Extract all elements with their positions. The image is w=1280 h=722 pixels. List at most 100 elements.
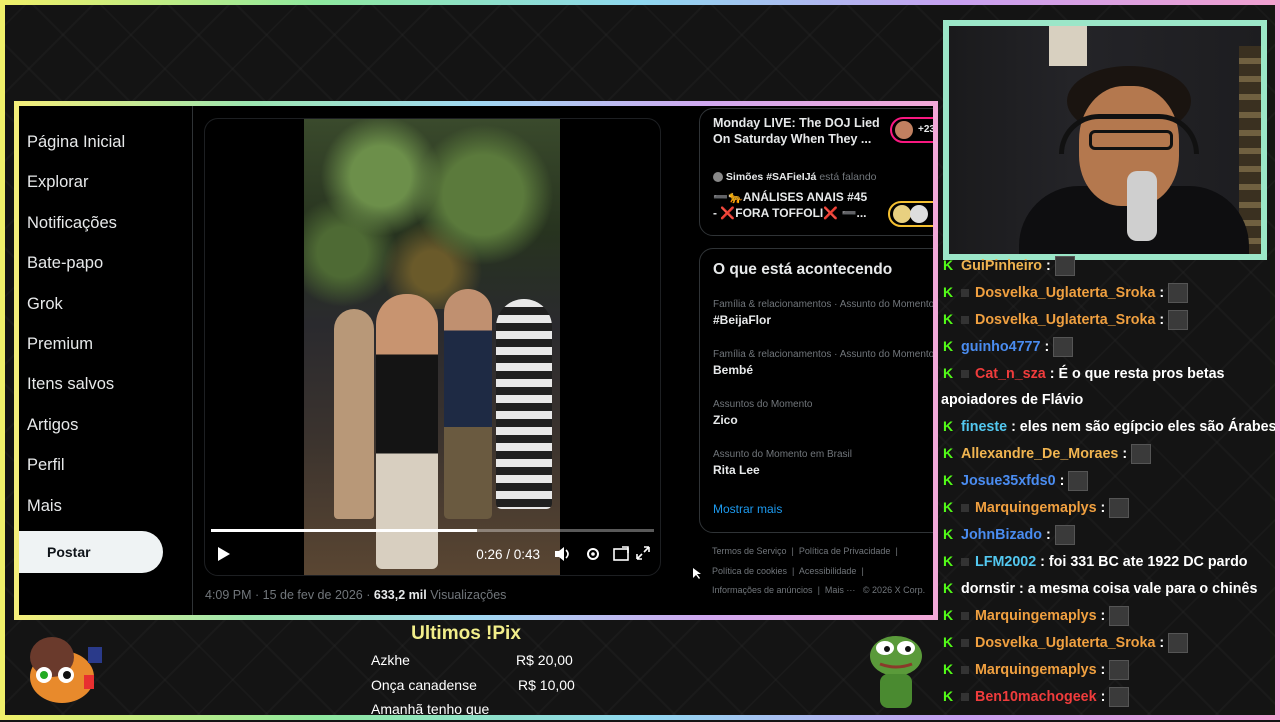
nav-item-saved[interactable]: Itens salvos [22, 364, 202, 404]
chat-message: K Cat_n_sza : É o que resta pros betas [940, 360, 1276, 387]
chat-username[interactable]: Marquingemaplys [975, 500, 1097, 516]
volume-icon[interactable] [554, 546, 572, 562]
chat-emote-icon [1054, 256, 1075, 277]
chat-emote-icon [1168, 310, 1189, 331]
webcam-overlay [943, 20, 1267, 260]
space-host-line: Simões #SAFieIJá está falando [713, 171, 877, 183]
settings-gear-icon[interactable] [585, 546, 601, 562]
space-title[interactable]: ➖🐆ANÁLISES ANAIS #45 - ❌FORA TOFFOLI❌ ➖.… [713, 189, 883, 221]
kick-badge-icon: K [943, 284, 954, 300]
chat-username[interactable]: Dosvelka_Uglaterta_Sroka [975, 285, 1155, 301]
live-listeners-pill[interactable]: +23 [890, 117, 935, 143]
kick-badge-icon: K [943, 634, 954, 650]
post-metadata: 4:09 PM · 15 de fev de 2026 · 633,2 mil … [205, 588, 506, 602]
chat-username[interactable]: Josue35xfds0 [961, 473, 1056, 489]
trends-card: O que está acontecendo Família & relacio… [699, 248, 933, 533]
chat-message: K Dosvelka_Uglaterta_Sroka : [940, 629, 1276, 656]
kick-badge-icon: K [943, 365, 954, 381]
space-avatar-2 [910, 205, 928, 223]
chat-username[interactable]: GuiPinheiro [961, 258, 1042, 274]
kick-badge-icon: K [943, 472, 954, 488]
chat-emote-icon [1168, 283, 1189, 304]
post-timestamp: 4:09 PM · 15 de fev de 2026 · [205, 588, 371, 602]
chat-username[interactable]: guinho4777 [961, 339, 1040, 355]
chat-username[interactable]: Marquingemaplys [975, 662, 1097, 678]
nav-item-notifications[interactable]: Notificações [22, 203, 202, 243]
video-frame[interactable] [304, 119, 560, 575]
post-button[interactable]: Postar [19, 531, 163, 573]
kick-badge-icon: K [943, 418, 954, 434]
chat-message: K Marquingemaplys : [940, 656, 1276, 683]
trend-item[interactable]: Família & relacionamentos · Assunto do M… [713, 349, 933, 377]
live-space-title[interactable]: Monday LIVE: The DOJ Lied On Saturday Wh… [713, 115, 883, 147]
chat-username[interactable]: Dosvelka_Uglaterta_Sroka [975, 635, 1155, 651]
footer-link[interactable]: Mais ··· [825, 585, 856, 595]
nav-item-explore[interactable]: Explorar [22, 162, 202, 202]
fullscreen-icon[interactable] [636, 546, 650, 560]
chat-text: : [1100, 500, 1106, 516]
chat-panel: K GuiPinheiro : K Dosvelka_Uglaterta_Sroka … [940, 252, 1277, 710]
play-icon[interactable] [217, 546, 231, 562]
nav-item-premium[interactable]: Premium [22, 324, 202, 364]
nav-item-profile[interactable]: Perfil [22, 445, 202, 485]
pix-donor: Onça canadense [371, 676, 477, 693]
picture-in-picture-icon[interactable] [613, 546, 629, 562]
chat-username[interactable]: JohnBizado [961, 527, 1042, 543]
nav-item-chat[interactable]: Bate-papo [22, 243, 202, 283]
video-foliage [304, 119, 560, 309]
trend-item[interactable]: Assuntos do Momento Zico [713, 399, 933, 427]
nav-item-articles[interactable]: Artigos [22, 405, 202, 445]
pix-row: Amanhã tenho que [371, 697, 591, 722]
chat-emote-icon [1131, 444, 1152, 465]
show-more-link[interactable]: Mostrar mais [713, 502, 782, 516]
chat-text: : [1122, 446, 1128, 462]
chat-message: K Marquingemaplys : [940, 494, 1276, 521]
chat-username[interactable]: dornstir [961, 581, 1015, 597]
subscriber-badge-icon [961, 612, 969, 621]
kick-badge-icon: K [943, 553, 954, 569]
footer-link[interactable]: Acessibilidade [799, 566, 857, 576]
chat-message: Kguinho4777 : [940, 333, 1276, 360]
trend-name: #BeijaFlor [713, 313, 772, 327]
microphone [1127, 171, 1157, 241]
chat-text: : É o que resta pros betas [1049, 366, 1225, 382]
views-label: Visualizações [430, 588, 507, 602]
chat-username[interactable]: Allexandre_De_Moraes [961, 446, 1118, 462]
chat-text: : [1044, 339, 1050, 355]
video-person-1 [334, 309, 374, 519]
footer-link[interactable]: Política de Privacidade [799, 546, 891, 556]
kick-badge-icon: K [943, 607, 954, 623]
footer-link[interactable]: Política de cookies [712, 566, 787, 576]
space-title-line-2: - ❌FORA TOFFOLI❌ ➖... [713, 206, 867, 220]
video-progress-bar[interactable] [211, 529, 654, 532]
chat-message: K Dosvelka_Uglaterta_Sroka : [940, 306, 1276, 333]
footer-link[interactable]: Termos de Serviço [712, 546, 787, 556]
chat-message: K JohnBizado : [940, 521, 1276, 548]
chat-message: K Josue35xfds0 : [940, 467, 1276, 494]
chat-username[interactable]: Marquingemaplys [975, 608, 1097, 624]
listener-count: +23 [918, 124, 935, 135]
chat-emote-icon [1109, 660, 1130, 681]
chat-text: : [1159, 285, 1165, 301]
video-controls: 0:26 / 0:43 [205, 535, 660, 575]
chat-username[interactable]: fineste [961, 419, 1007, 435]
nav-item-grok[interactable]: Grok [22, 284, 202, 324]
trend-item[interactable]: Assunto do Momento em Brasil Rita Lee [713, 449, 933, 477]
live-spaces-card[interactable]: Monday LIVE: The DOJ Lied On Saturday Wh… [699, 108, 935, 236]
chat-username[interactable]: Cat_n_sza [975, 366, 1046, 382]
trend-item[interactable]: Família & relacionamentos · Assunto do M… [713, 299, 933, 327]
video-player[interactable]: 0:26 / 0:43 [204, 118, 661, 576]
pix-row: Azkhe R$ 20,00 [371, 648, 591, 673]
nav-item-more[interactable]: Mais [22, 486, 202, 526]
chat-username[interactable]: Ben10machogeek [975, 689, 1097, 705]
footer-link[interactable]: Informações de anúncios [712, 585, 813, 595]
subscriber-badge-icon [961, 289, 969, 298]
sidebar-divider [192, 106, 193, 615]
trend-category: Assunto do Momento em Brasil [713, 449, 852, 460]
kick-badge-icon: K [943, 257, 954, 273]
chat-emote-icon [1054, 525, 1075, 546]
nav-item-home[interactable]: Página Inicial [22, 122, 202, 162]
chat-username[interactable]: LFM2002 [975, 554, 1036, 570]
space-listeners-pill[interactable] [888, 201, 933, 227]
chat-username[interactable]: Dosvelka_Uglaterta_Sroka [975, 312, 1155, 328]
